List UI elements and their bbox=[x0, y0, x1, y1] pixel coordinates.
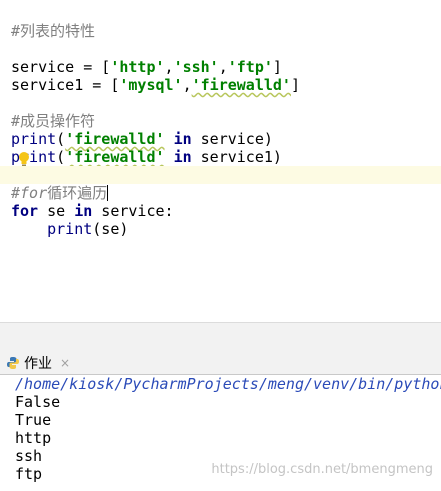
intention-bulb-icon[interactable] bbox=[17, 151, 31, 167]
code-text: ] bbox=[290, 76, 300, 94]
string-literal: 'firewalld' bbox=[191, 76, 291, 94]
console-line: True bbox=[15, 411, 52, 429]
code-line-7[interactable]: print('firewalld' in service) bbox=[0, 112, 441, 148]
code-line-4[interactable]: service1 = ['mysql','firewalld'] bbox=[0, 58, 441, 94]
code-line-10[interactable]: #for循环遍历 bbox=[0, 166, 441, 202]
code-line-8[interactable]: print('firewalld' in service1) bbox=[0, 130, 441, 166]
code-line-12[interactable]: print(se) bbox=[0, 202, 441, 238]
comment-text: #列表的特性 bbox=[11, 22, 96, 40]
console-line: http bbox=[15, 429, 52, 447]
console-interpreter-path: /home/kiosk/PycharmProjects/meng/venv/bi… bbox=[15, 375, 441, 393]
python-icon bbox=[7, 357, 19, 369]
close-icon[interactable]: × bbox=[60, 356, 70, 370]
code-text: service1) bbox=[191, 148, 282, 166]
builtin-function: print bbox=[47, 220, 93, 238]
run-tab[interactable]: 作业 × bbox=[0, 352, 77, 374]
code-text: ( bbox=[56, 148, 66, 166]
console-line: ssh bbox=[15, 447, 43, 465]
code-editor[interactable]: #列表的特性 service = ['http','ssh','ftp'] se… bbox=[0, 0, 441, 322]
code-line-3[interactable]: service = ['http','ssh','ftp'] bbox=[0, 40, 441, 76]
watermark: https://blog.csdn.net/bmengmeng bbox=[211, 462, 433, 477]
code-line-6[interactable]: #成员操作符 bbox=[0, 94, 441, 130]
run-tool-window-header: 作业 × bbox=[0, 352, 441, 375]
run-tab-label: 作业 bbox=[24, 356, 52, 372]
code-text: (se) bbox=[92, 220, 129, 238]
code-line-11[interactable]: for se in service: bbox=[0, 184, 441, 220]
code-line-1[interactable]: #列表的特性 bbox=[0, 4, 441, 40]
string-literal: 'firewalld' bbox=[65, 148, 165, 166]
console-line: ftp bbox=[15, 465, 43, 483]
string-literal: 'mysql' bbox=[119, 76, 183, 94]
keyword: in bbox=[173, 148, 192, 166]
code-text: , bbox=[182, 76, 192, 94]
console-line: False bbox=[15, 393, 61, 411]
panel-splitter[interactable] bbox=[0, 322, 441, 353]
code-text: service1 = [ bbox=[11, 76, 120, 94]
